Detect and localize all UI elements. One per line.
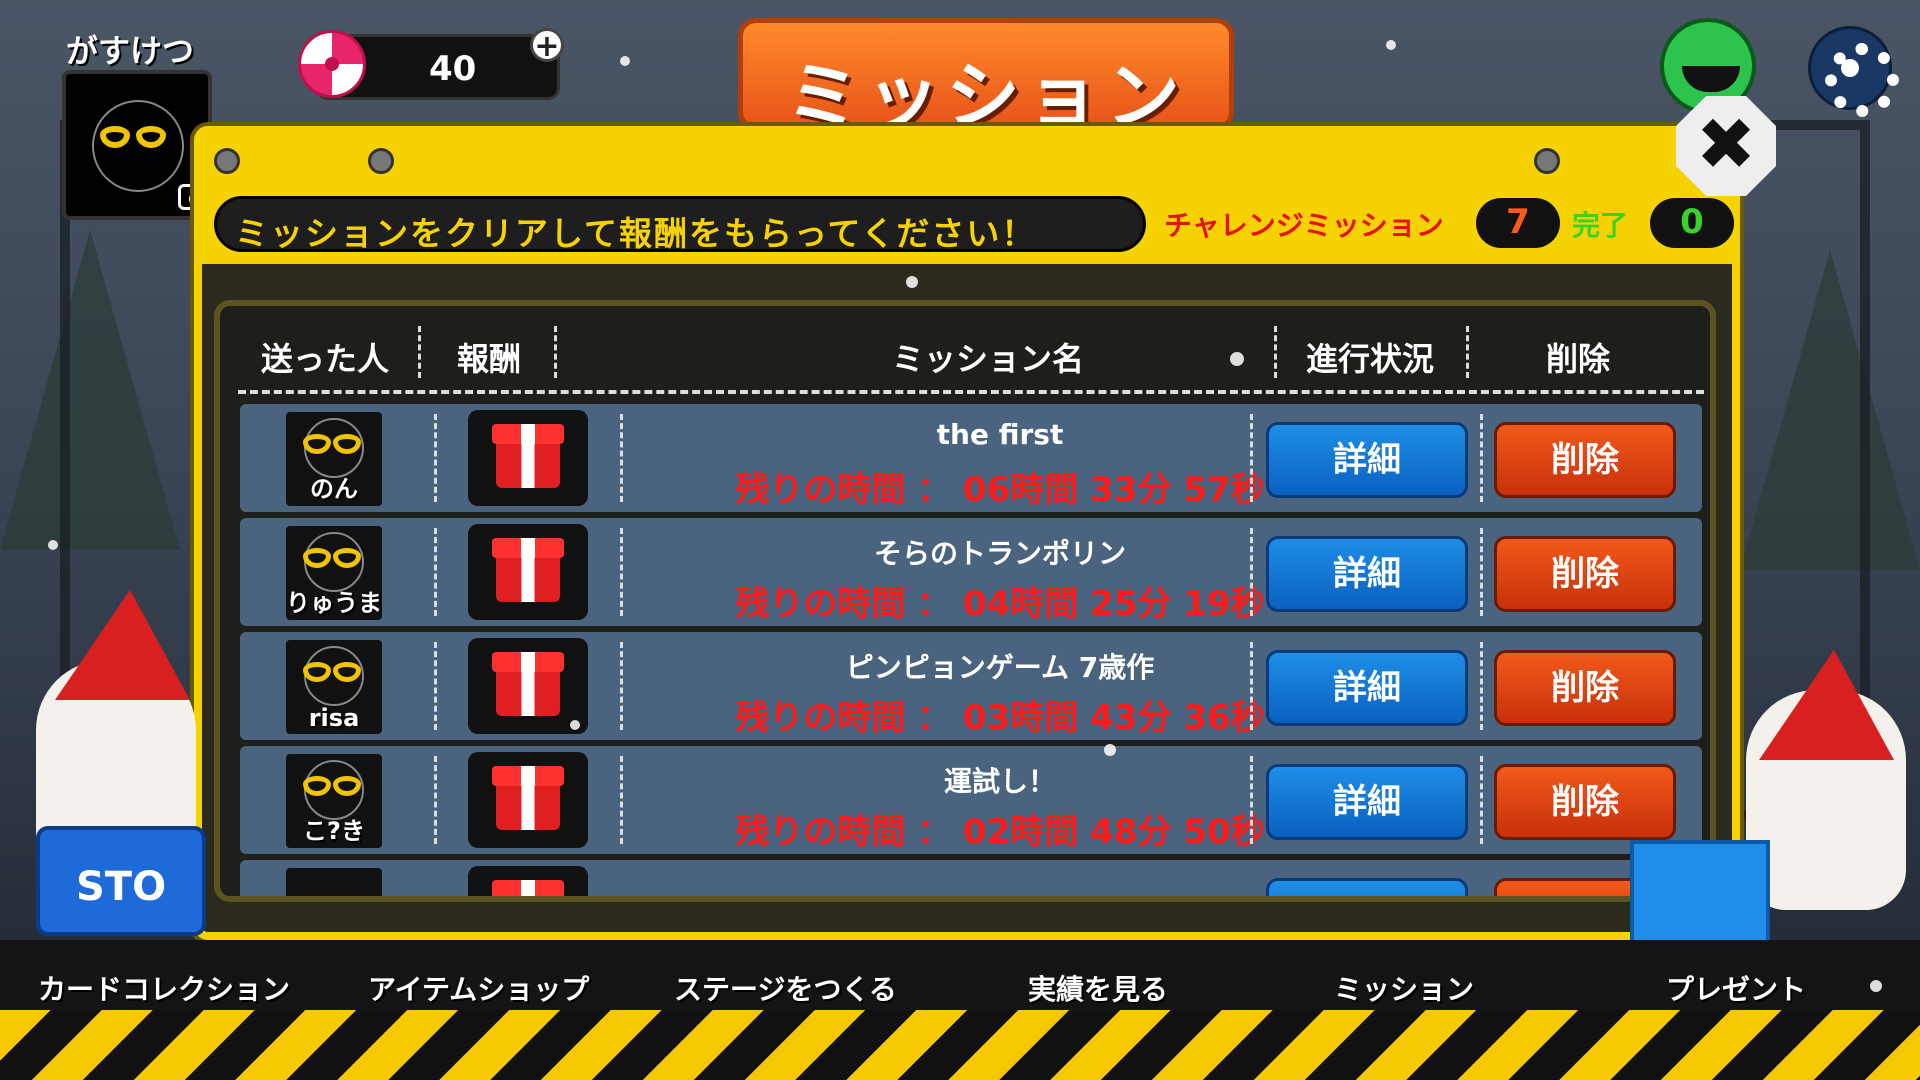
snowflake: [1104, 744, 1116, 756]
gift-icon: [492, 652, 564, 716]
instruction-text: ミッションをクリアして報酬をもらってください！: [235, 214, 1037, 253]
player-avatar[interactable]: [62, 70, 212, 220]
header-separator: [1466, 326, 1469, 378]
mission-table[interactable]: 送った人 報酬 ミッション名 進行状況 削除 のん the first 残りの時…: [214, 300, 1716, 902]
column-separator: [1480, 756, 1483, 844]
close-icon: ✖: [1695, 102, 1757, 186]
hazard-stripe: [0, 1010, 1920, 1080]
detail-button[interactable]: [1266, 878, 1468, 896]
nav-item-shop[interactable]: アイテムショップ: [368, 968, 589, 1008]
done-label: 完了: [1572, 209, 1629, 242]
column-separator: [434, 528, 437, 616]
hook-icon: [1534, 148, 1560, 174]
sender-name: りゅうま: [286, 589, 382, 617]
done-count: 0: [1650, 198, 1734, 248]
close-button[interactable]: ✖: [1676, 96, 1776, 196]
nav-mission[interactable]: ミッション: [1334, 968, 1474, 1008]
header-separator: [418, 326, 421, 378]
challenge-label: チャレンジミッション: [1164, 209, 1444, 242]
table-row: こ?き 運試し！ 残りの時間 ： 02時間 48分 50秒 詳細 削除: [240, 746, 1702, 854]
delete-button[interactable]: 削除: [1494, 422, 1676, 498]
table-row: [240, 860, 1702, 896]
header-reward: 報酬: [456, 340, 521, 378]
gift-icon: [492, 424, 564, 488]
instruction-banner: ミッションをクリアして報酬をもらってください！: [214, 196, 1146, 253]
header-delete: 削除: [1545, 340, 1610, 378]
glasses-avatar-icon: [303, 662, 361, 682]
reward-box[interactable]: [468, 638, 588, 734]
column-separator: [434, 642, 437, 730]
snowflake: [570, 720, 580, 730]
glasses-avatar-icon: [303, 776, 361, 796]
column-separator: [1480, 414, 1483, 502]
detail-button[interactable]: 詳細: [1266, 650, 1468, 726]
player-name: がすけつ: [66, 32, 195, 70]
table-row: りゅうま そらのトランポリン 残りの時間 ： 04時間 25分 19秒 詳細 削…: [240, 518, 1702, 626]
glasses-avatar-icon: [303, 548, 361, 568]
nav-present[interactable]: プレゼント: [1666, 968, 1806, 1008]
column-separator: [434, 756, 437, 844]
detail-button[interactable]: 詳細: [1266, 764, 1468, 840]
gift-icon: [492, 538, 564, 602]
reward-box[interactable]: [468, 752, 588, 848]
reward-box[interactable]: [468, 866, 588, 896]
candy-count: 40: [429, 49, 477, 89]
sender-name: こ?き: [303, 817, 365, 845]
hook-icon: [214, 148, 240, 174]
glasses-avatar-icon: [100, 126, 166, 148]
snowflake: [620, 56, 630, 66]
challenge-count: 7: [1476, 198, 1560, 248]
column-separator: [1480, 528, 1483, 616]
snowflake: [1870, 980, 1882, 992]
header-separator: [554, 326, 557, 378]
detail-button[interactable]: 詳細: [1266, 536, 1468, 612]
store-sign-text: STO: [76, 864, 167, 910]
gift-icon: [492, 766, 564, 830]
gear-icon[interactable]: [1808, 26, 1899, 117]
snowflake: [1230, 352, 1244, 366]
delete-button[interactable]: 削除: [1494, 764, 1676, 840]
header-progress: 進行状況: [1305, 340, 1434, 378]
nav-achievements[interactable]: 実績を見る: [1028, 968, 1168, 1008]
snowflake: [906, 276, 918, 288]
sender-avatar[interactable]: risa: [286, 640, 382, 734]
snowflake: [1386, 40, 1396, 50]
column-separator: [1250, 642, 1253, 730]
snowflake: [48, 540, 58, 550]
table-header: 送った人 報酬 ミッション名 進行状況 削除: [238, 312, 1704, 394]
candy-icon: [298, 30, 366, 98]
detail-button[interactable]: 詳細: [1266, 422, 1468, 498]
column-separator: [1250, 756, 1253, 844]
column-separator: [1480, 642, 1483, 730]
hook-icon: [368, 148, 394, 174]
reward-box[interactable]: [468, 524, 588, 620]
delete-button[interactable]: 削除: [1494, 650, 1676, 726]
column-separator: [434, 414, 437, 502]
sender-avatar[interactable]: のん: [286, 412, 382, 506]
sender-avatar[interactable]: [286, 868, 382, 896]
gift-icon: [492, 880, 564, 896]
sender-avatar[interactable]: りゅうま: [286, 526, 382, 620]
nav-make-stage[interactable]: ステージをつくる: [674, 968, 897, 1008]
table-row: risa ピンピョンゲーム 7歳作 残りの時間 ： 03時間 43分 36秒 詳…: [240, 632, 1702, 740]
store-sign[interactable]: STO: [36, 826, 206, 936]
add-candy-button[interactable]: +: [530, 28, 564, 63]
header-sender: 送った人: [260, 340, 389, 378]
header-separator: [1274, 326, 1277, 378]
delete-button[interactable]: 削除: [1494, 536, 1676, 612]
reward-box[interactable]: [468, 410, 588, 506]
sender-avatar[interactable]: こ?き: [286, 754, 382, 848]
nav-card-collection[interactable]: カードコレクション: [38, 968, 290, 1008]
glasses-avatar-icon: [303, 434, 361, 454]
column-separator: [1250, 414, 1253, 502]
sender-name: のん: [310, 475, 358, 503]
table-row: のん the first 残りの時間 ： 06時間 33分 57秒 詳細 削除: [240, 404, 1702, 512]
sender-name: risa: [308, 704, 360, 732]
mission-title-tab: ミッション: [738, 18, 1234, 140]
column-separator: [1250, 528, 1253, 616]
